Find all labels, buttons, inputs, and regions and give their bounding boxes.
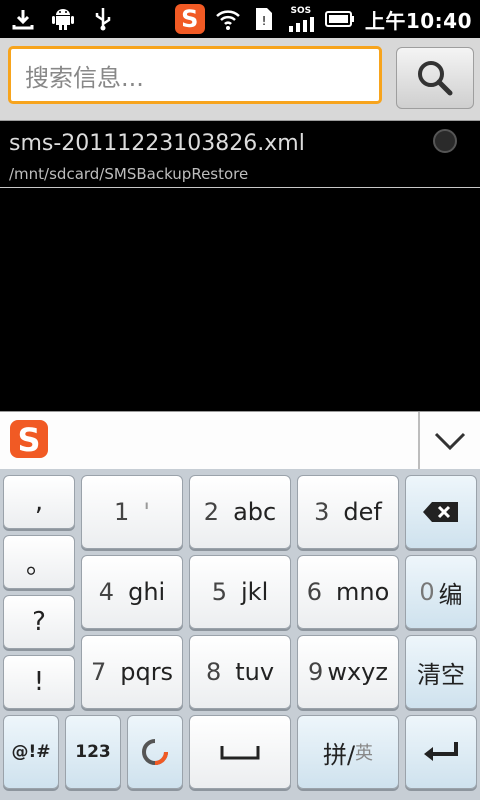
key-sublabel: 英	[355, 743, 374, 764]
android-debug-icon	[50, 6, 76, 32]
key-3[interactable]: 3 def	[297, 475, 399, 549]
file-list: sms-20111223103826.xml /mnt/sdcard/SMSBa…	[0, 121, 480, 411]
key-number: 0	[419, 578, 435, 606]
sogou-logo-letter: S	[17, 421, 40, 459]
punct-exclaim-key[interactable]: !	[3, 655, 75, 709]
list-item[interactable]: sms-20111223103826.xml /mnt/sdcard/SMSBa…	[0, 121, 480, 188]
space-bar-icon	[220, 746, 260, 760]
backspace-icon	[423, 502, 458, 522]
key-letters: ghi	[128, 578, 166, 606]
language-switch-key[interactable]: 拼/英	[297, 715, 399, 789]
key-letters: mno	[336, 578, 390, 606]
key-7[interactable]: 7 pqrs	[81, 635, 183, 709]
file-path: /mnt/sdcard/SMSBackupRestore	[9, 165, 249, 183]
ime-keyboard: , 。 ? ! 1 ' 2 abc 3 def 4 ghi 5 jkl 6 mno 0编 7…	[0, 469, 480, 800]
search-button[interactable]	[396, 47, 474, 109]
space-key[interactable]	[189, 715, 291, 789]
key-5[interactable]: 5 jkl	[189, 555, 291, 629]
battery-icon	[324, 6, 355, 32]
punct-label: 。	[25, 549, 52, 580]
select-radio[interactable]	[433, 129, 457, 153]
key-letters: '	[143, 498, 150, 526]
sogou-logo-icon[interactable]: S	[8, 418, 50, 460]
status-time: 上午10:40	[364, 8, 472, 33]
key-number: 9	[308, 658, 324, 686]
key-letters: tuv	[235, 658, 275, 686]
key-0-edit[interactable]: 0编	[405, 555, 477, 629]
signal-sos-icon: SOS	[287, 6, 315, 32]
backspace-key[interactable]	[405, 475, 477, 549]
punct-comma-key[interactable]: ,	[3, 475, 75, 529]
usb-icon	[90, 6, 116, 32]
key-number: 7	[90, 658, 107, 686]
key-6[interactable]: 6 mno	[297, 555, 399, 629]
sogou-settings-key[interactable]	[127, 715, 183, 789]
punct-label: ?	[32, 607, 46, 637]
key-number: 6	[306, 578, 322, 606]
status-bar: S ! SOS 上午10:40	[0, 0, 480, 38]
symbols-key[interactable]: @!#	[3, 715, 59, 789]
sogou-swirl-icon	[142, 739, 168, 765]
sim-card-icon: !	[251, 6, 277, 32]
key-number: 2	[203, 498, 220, 526]
svg-text:!: !	[261, 14, 266, 28]
key-number: 8	[205, 658, 222, 686]
key-letters: pqrs	[120, 658, 174, 686]
punct-period-key[interactable]: 。	[3, 535, 75, 589]
key-1[interactable]: 1 '	[81, 475, 183, 549]
sogou-ime-icon: S	[174, 4, 205, 34]
enter-key[interactable]	[405, 715, 477, 789]
key-4[interactable]: 4 ghi	[81, 555, 183, 629]
key-number: 1	[114, 498, 130, 526]
key-number: 5	[211, 578, 228, 606]
download-icon	[10, 6, 36, 32]
key-number: 3	[314, 498, 330, 526]
key-letters: jkl	[241, 578, 269, 606]
search-bar: 搜索信息...	[0, 38, 480, 121]
key-2[interactable]: 2 abc	[189, 475, 291, 549]
key-label: 123	[75, 742, 111, 762]
wifi-icon	[215, 6, 241, 32]
key-label: @!#	[11, 742, 51, 762]
ime-candidate-bar: S	[0, 411, 480, 470]
numbers-key[interactable]: 123	[65, 715, 121, 789]
collapse-keyboard-button[interactable]	[420, 412, 480, 470]
sos-label: SOS	[290, 5, 312, 16]
clear-key[interactable]: 清空	[405, 635, 477, 709]
key-9[interactable]: 9 wxyz	[297, 635, 399, 709]
key-letters: def	[343, 498, 382, 526]
key-letters: abc	[233, 498, 277, 526]
key-label: 编	[438, 580, 463, 609]
key-label: 清空	[417, 660, 465, 689]
sogou-badge-letter: S	[181, 5, 199, 33]
punct-label: !	[33, 667, 45, 697]
chevron-down-icon	[434, 432, 466, 451]
search-icon	[418, 61, 453, 96]
punct-question-key[interactable]: ?	[3, 595, 75, 649]
key-number: 4	[98, 578, 115, 606]
punct-label: ,	[34, 487, 44, 517]
file-name: sms-20111223103826.xml	[9, 131, 305, 156]
key-8[interactable]: 8 tuv	[189, 635, 291, 709]
key-label: 拼/	[322, 740, 356, 769]
key-letters: wxyz	[327, 658, 388, 686]
search-input[interactable]: 搜索信息...	[8, 46, 382, 104]
enter-icon	[424, 742, 458, 761]
search-placeholder: 搜索信息...	[25, 63, 144, 92]
